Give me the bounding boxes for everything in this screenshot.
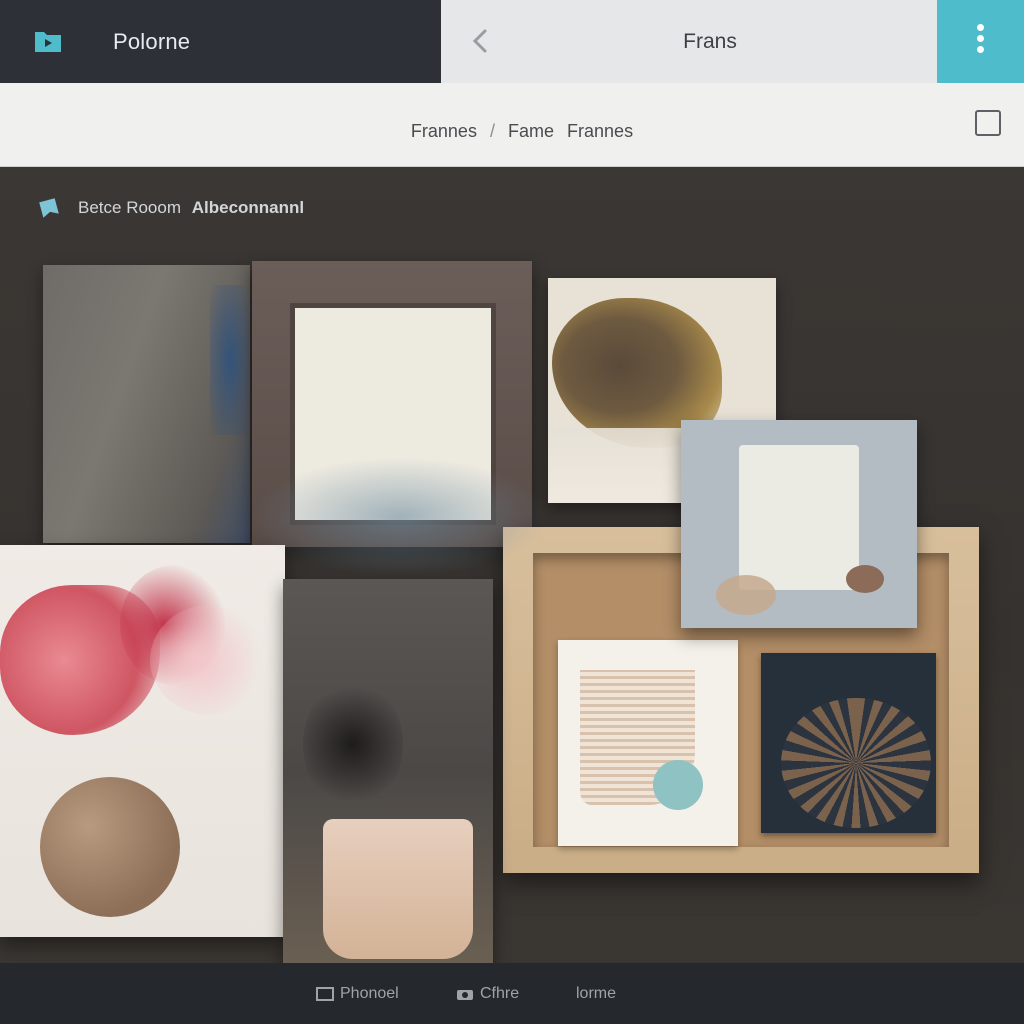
bookmark-icon: [39, 198, 59, 218]
gauze-shadow: [303, 679, 403, 809]
bottom-nav-item-1[interactable]: Phonoel: [316, 985, 399, 1003]
blue-panel-inset: [739, 445, 859, 590]
kebab-menu-icon: [977, 24, 985, 56]
section-label: Betce Rooom Albeconnannl: [38, 197, 304, 219]
camera-icon: [457, 990, 473, 1000]
breadcrumb-item-2[interactable]: Fame: [508, 121, 554, 141]
breadcrumb-bar: Frannes / Fame Frannes: [0, 83, 1024, 167]
menu-button[interactable]: [937, 0, 1024, 83]
section-title: Betce Rooom Albeconnannl: [78, 198, 304, 218]
page-title: Frans: [683, 30, 737, 53]
frame-brown-mat: [290, 303, 496, 525]
breadcrumb-item-1[interactable]: Frannes: [411, 121, 477, 141]
bottom-nav-label: Cfhre: [480, 985, 520, 1002]
bottom-nav-item-2[interactable]: Cfhre: [456, 985, 519, 1003]
flower-petal: [150, 605, 270, 715]
bottom-nav-label: Phonoel: [340, 985, 399, 1002]
folder-icon[interactable]: [33, 28, 63, 54]
gallery-canvas: Betce Rooom Albeconnannl: [0, 167, 1024, 963]
dried-flower: [781, 698, 931, 828]
bottom-nav: Phonoel Cfhre lorme: [0, 963, 1024, 1024]
select-checkbox[interactable]: [975, 110, 1001, 136]
bottom-nav-item-3[interactable]: lorme: [576, 985, 616, 1003]
breadcrumb: Frannes / Fame Frannes: [0, 121, 1024, 142]
blue-panel-stone-1: [716, 575, 776, 615]
app-window: Polorne Frans Frannes / Fame Frannes Bet…: [0, 0, 1024, 1024]
app-title: Polorne: [113, 29, 191, 54]
shadow-box-picture-left[interactable]: [558, 640, 738, 846]
vase: [40, 777, 180, 917]
shadow-box-picture-right[interactable]: [761, 653, 936, 833]
frame-brown[interactable]: [252, 261, 532, 547]
bottom-nav-label: lorme: [576, 985, 617, 1002]
image-icon: [316, 987, 334, 1001]
teal-flower: [653, 760, 703, 810]
section-title-text: Betce Rooom: [78, 198, 181, 217]
frame-blue-panel[interactable]: [681, 420, 917, 628]
frame-flower-photo[interactable]: [0, 545, 285, 937]
section-title-bold: Albeconnannl: [191, 198, 305, 217]
breadcrumb-separator: /: [489, 121, 495, 141]
app-header: Polorne: [0, 0, 441, 83]
frame-fabric-panel[interactable]: [43, 265, 250, 543]
gauze-cloth: [323, 819, 473, 959]
breadcrumb-item-3[interactable]: Frannes: [567, 121, 633, 141]
blue-panel-stone-2: [846, 565, 884, 593]
top-bar: Polorne Frans: [0, 0, 1024, 83]
frame-gauze-fabric[interactable]: [283, 579, 493, 963]
